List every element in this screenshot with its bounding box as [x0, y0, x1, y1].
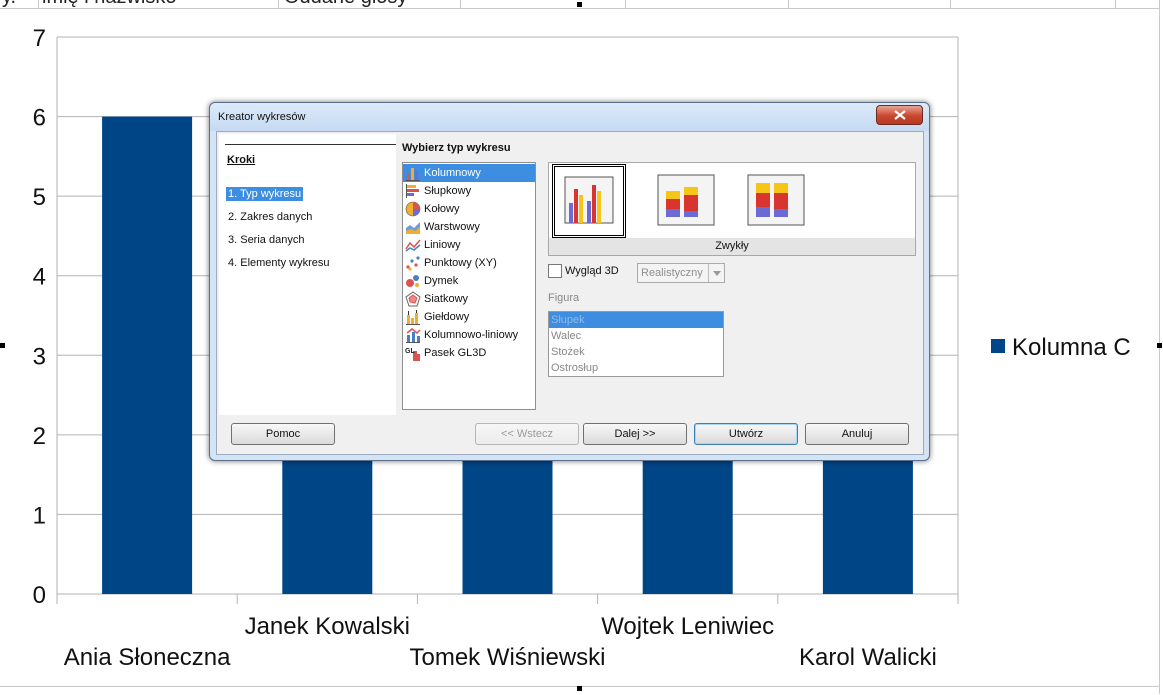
help-button[interactable]: Pomoc [231, 423, 335, 445]
dialog-title: Kreator wykresów [218, 111, 306, 123]
chart-type-label: Siatkowy [424, 293, 469, 305]
chart-variant-box: Zwykły [548, 162, 916, 256]
chart-wizard-dialog: Kreator wykresów Kroki 1. Typ wykresu 2.… [209, 102, 930, 461]
scatter-chart-icon [406, 256, 420, 271]
chart-type-item-line[interactable]: Liniowy [403, 236, 535, 254]
column-chart-icon [406, 168, 420, 181]
x-tick-label: Wojtek Leniwiec [601, 613, 774, 640]
chart-type-item-column-line[interactable]: Kolumnowo-liniowy [403, 326, 535, 344]
step-data-range[interactable]: 2. Zakres danych [226, 210, 314, 224]
chart-type-label: Warstwowy [424, 221, 480, 233]
chart-type-label: Kolumnowy [424, 167, 481, 179]
gl3d-chart-icon: GL [405, 348, 420, 361]
x-tick-label: Ania Słoneczna [64, 644, 231, 671]
figure-item-cone[interactable]: Stożek [549, 344, 723, 360]
normal-column-icon [564, 176, 614, 224]
variant-percent-stacked[interactable] [742, 165, 812, 235]
chart-type-label: Słupkowy [424, 185, 472, 197]
y-tick-label: 1 [33, 502, 46, 529]
look-3d-checkbox[interactable] [548, 264, 562, 278]
figure-item-pyramid[interactable]: Ostrosłup [549, 360, 723, 376]
chart-type-label: Kolumnowo-liniowy [424, 329, 519, 341]
dialog-titlebar[interactable]: Kreator wykresów [210, 103, 929, 131]
bar[interactable] [102, 116, 193, 595]
chart-type-item-area[interactable]: Warstwowy [403, 218, 535, 236]
step-chart-elements[interactable]: 4. Elementy wykresu [226, 256, 331, 270]
y-tick-label: 5 [33, 184, 46, 211]
y-tick-label: 6 [33, 105, 46, 132]
figure-label: Figura [548, 292, 580, 304]
look-3d-dropdown-value: Realistyczny [641, 267, 703, 279]
chart-type-item-net[interactable]: Siatkowy [403, 290, 535, 308]
look-3d-dropdown[interactable]: Realistyczny [637, 263, 725, 283]
pie-chart-icon [405, 201, 421, 217]
stacked-column-icon [657, 174, 715, 226]
chart-type-list[interactable]: Kolumnowy Słupkowy Kołowy Warstwowy Lini… [402, 162, 536, 410]
create-button[interactable]: Utwórz [694, 423, 798, 445]
chart-type-label: Liniowy [424, 239, 461, 251]
legend-swatch [991, 339, 1005, 353]
x-tick-label: Tomek Wiśniewski [409, 644, 605, 671]
svg-text:GL: GL [405, 348, 415, 355]
y-tick-label: 2 [33, 423, 46, 450]
back-button[interactable]: << Wstecz [475, 423, 579, 445]
legend-label: Kolumna C [1012, 334, 1131, 361]
chart-type-item-stock[interactable]: Giełdowy [403, 308, 535, 326]
steps-title: Kroki [227, 154, 256, 166]
column-line-chart-icon [406, 328, 421, 343]
y-tick-label: 7 [33, 25, 46, 52]
x-tick-label: Janek Kowalski [245, 613, 410, 640]
y-axis-tick-labels: 0 1 2 3 4 5 6 7 [33, 25, 46, 609]
figure-list[interactable]: Słupek Walec Stożek Ostrosłup [548, 311, 724, 377]
chart-type-item-pie[interactable]: Kołowy [403, 200, 535, 218]
y-tick-label: 0 [33, 582, 46, 609]
bubble-chart-icon [406, 275, 419, 287]
next-button[interactable]: Dalej >> [583, 423, 687, 445]
chart-type-label: Pasek GL3D [424, 347, 487, 359]
chart-type-heading: Wybierz typ wykresu [402, 142, 511, 154]
chart-type-label: Punktowy (XY) [424, 257, 497, 269]
chart-type-item-scatter[interactable]: Punktowy (XY) [403, 254, 535, 272]
step-chart-type[interactable]: 1. Typ wykresu [226, 187, 304, 201]
chart-type-label: Dymek [424, 275, 459, 287]
x-tick-label: Karol Walicki [799, 644, 937, 671]
chevron-down-icon [708, 264, 724, 282]
close-button[interactable] [876, 105, 923, 125]
figure-item-column[interactable]: Słupek [549, 312, 723, 328]
cancel-button[interactable]: Anuluj [805, 423, 909, 445]
step-data-series[interactable]: 3. Seria danych [226, 233, 306, 247]
close-icon [893, 110, 906, 120]
chart-type-label: Kołowy [424, 203, 460, 215]
chart-type-item-bubble[interactable]: Dymek [403, 272, 535, 290]
chart-type-item-gl3d[interactable]: GL Pasek GL3D [403, 344, 535, 362]
steps-panel: Kroki 1. Typ wykresu 2. Zakres danych 3.… [219, 134, 396, 415]
steps-divider [225, 144, 396, 145]
look-3d-label: Wygląd 3D [565, 265, 619, 277]
y-tick-label: 3 [33, 343, 46, 370]
dialog-body: Kroki 1. Typ wykresu 2. Zakres danych 3.… [216, 131, 924, 455]
percent-stacked-column-icon [747, 174, 805, 226]
line-chart-icon [405, 239, 421, 252]
variant-normal[interactable] [552, 164, 626, 238]
variant-stacked[interactable] [652, 165, 722, 235]
stock-chart-icon [406, 310, 420, 325]
y-tick-label: 4 [33, 264, 46, 291]
variant-caption: Zwykły [549, 238, 915, 255]
chart-type-item-bar[interactable]: Słupkowy [403, 182, 535, 200]
bar-chart-icon [406, 184, 419, 198]
x-axis-tick-labels: Ania Słoneczna Janek Kowalski Tomek Wiśnie… [64, 613, 937, 671]
figure-item-cylinder[interactable]: Walec [549, 328, 723, 344]
net-chart-icon [405, 291, 421, 307]
chart-type-item-column[interactable]: Kolumnowy [403, 164, 535, 182]
chart-type-label: Giełdowy [424, 311, 470, 323]
area-chart-icon [406, 222, 420, 234]
